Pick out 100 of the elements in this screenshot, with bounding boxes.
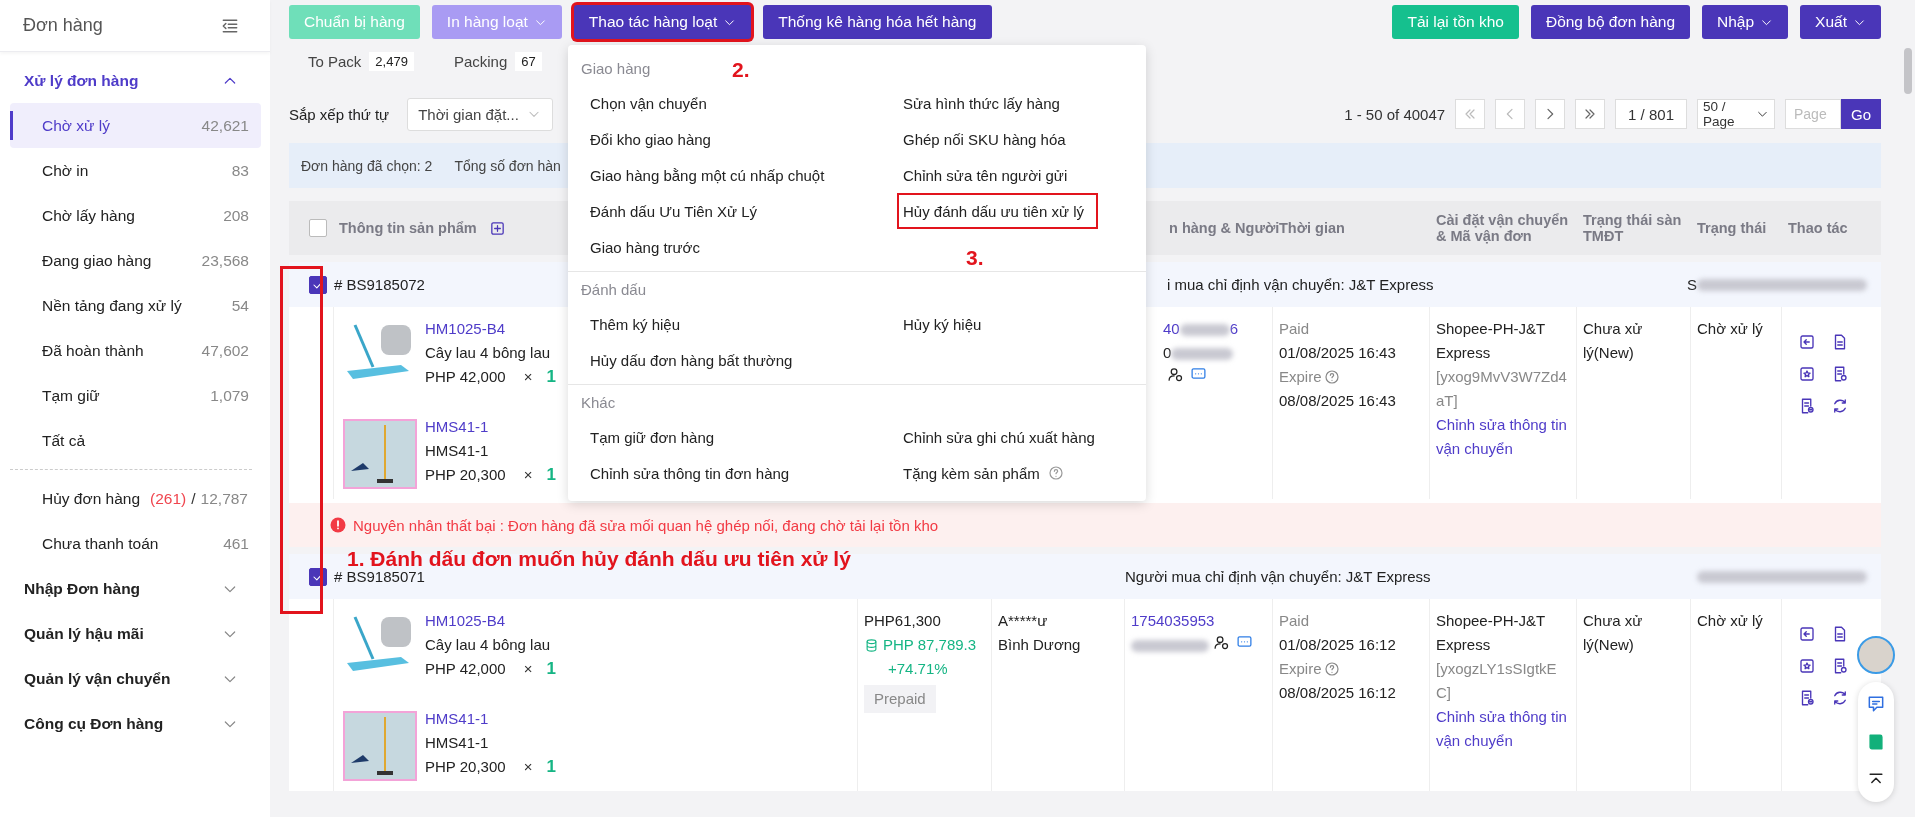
tracking-number: [yxog9MvV3W7Zd4aT] (1436, 367, 1568, 411)
page-range: 1 - 50 of 40047 (1344, 105, 1446, 123)
column-header: Trạng thái (1697, 220, 1767, 236)
page-input[interactable]: Page (1785, 99, 1841, 129)
edit-shipping-link[interactable]: Chỉnh sửa thông tin vận chuyển (1436, 705, 1570, 753)
menu-group-title: Đánh dấu (581, 279, 647, 300)
sidebar-item[interactable]: Tạm giữ 1,079 (10, 373, 261, 418)
menu-item[interactable]: Tạm giữ đơn hàng (584, 419, 721, 455)
scrollbar-thumb[interactable] (1904, 48, 1912, 94)
sidebar-item[interactable]: Chờ lấy hàng 208 (10, 193, 261, 238)
book-icon[interactable] (1866, 732, 1886, 752)
sidebar-item[interactable]: Tất cả (10, 418, 261, 463)
times-sign: × (523, 660, 533, 677)
avatar[interactable] (1857, 636, 1895, 674)
order-number: # BS9185072 (334, 276, 425, 293)
menu-item[interactable]: Chọn vận chuyển (584, 85, 713, 121)
blurred-text (1171, 348, 1234, 361)
chat-icon[interactable] (1866, 694, 1886, 714)
error-icon (329, 516, 347, 534)
product-quantity: 1 (546, 367, 556, 386)
menu-item[interactable]: Chỉnh sửa ghi chú xuất hàng (897, 419, 1101, 455)
toolbar-button[interactable]: Thống kê hàng hóa hết hàng (763, 5, 992, 39)
go-button[interactable]: Go (1841, 99, 1881, 129)
refresh-icon (1831, 689, 1849, 707)
sidebar-item[interactable]: Chưa thanh toán 461 (10, 521, 261, 566)
menu-item[interactable]: Đổi kho giao hàng (584, 121, 717, 157)
sidebar-item[interactable]: Chờ in 83 (10, 148, 261, 193)
product-price: PHP 20,300 (425, 466, 506, 483)
carrier-name: Shopee-PH-J&T Express (1436, 611, 1546, 655)
expire-time: 08/08/2025 16:12 (1279, 683, 1397, 703)
menu-item[interactable]: Giao hàng bằng một cú nhấp chuột (584, 157, 831, 193)
buyer-region: Bình Dương (998, 635, 1082, 655)
paid-label: Paid (1279, 319, 1311, 339)
carrier-name: Shopee-PH-J&T Express (1436, 319, 1546, 363)
page-indicator: 1 / 801 (1615, 99, 1687, 129)
menu-item[interactable]: Ghép nối SKU hàng hóa (897, 121, 1072, 157)
sign-in-icon (1798, 625, 1816, 643)
order-id[interactable]: 40 (1163, 320, 1180, 337)
toolbar-button[interactable]: Thao tác hàng loạt (573, 5, 752, 39)
last-page-button[interactable] (1575, 99, 1606, 129)
menu-item[interactable]: Giao hàng trước (584, 229, 706, 265)
toolbar-button[interactable]: Đồng bộ đơn hàng (1530, 5, 1691, 39)
buyer-id: 0 (1163, 344, 1172, 361)
plus-square-icon[interactable] (488, 219, 506, 237)
edit-shipping-link[interactable]: Chỉnh sửa thông tin vận chuyển (1436, 413, 1570, 461)
order-id-end[interactable]: 6 (1229, 320, 1239, 337)
profit-margin: +74.71% (887, 659, 949, 679)
product-name: HMS41-1 (425, 733, 490, 753)
expire-label: Expire (1279, 659, 1322, 679)
sidebar-section[interactable]: Nhập Đơn hàng (0, 566, 270, 611)
order-number: # BS9185071 (334, 568, 425, 585)
order-id[interactable]: 1754035953 (1131, 612, 1215, 629)
sidebar-item[interactable]: Nền tảng đang xử lý 54 (10, 283, 261, 328)
help-icon (1323, 369, 1340, 385)
menu-item[interactable]: Đánh dấu Ưu Tiên Xử Lý (584, 193, 764, 229)
coins-icon (864, 637, 879, 653)
menu-item[interactable]: Chỉnh sửa thông tin đơn hàng (584, 455, 796, 491)
product-price: PHP 42,000 (425, 660, 506, 677)
product-name: HMS41-1 (425, 441, 490, 461)
sidebar-section[interactable]: Công cụ Đơn hàng (0, 701, 270, 746)
select-all-checkbox[interactable] (309, 219, 327, 237)
sidebar-item[interactable]: Hủy đơn hàng (261) / 12,787 (10, 476, 261, 521)
sidebar-item[interactable]: Đang giao hàng 23,568 (10, 238, 261, 283)
counter-label: Packing (453, 52, 508, 70)
menu-item[interactable]: Tặng kèm sản phẩm (897, 455, 1070, 491)
toolbar-button[interactable]: Nhập (1702, 5, 1789, 39)
sidebar-item[interactable]: Chờ xử lý 42,621 (10, 103, 261, 148)
sign-in-icon (1798, 333, 1816, 351)
column-header: Trạng thái sàn TMĐT (1583, 212, 1682, 244)
sidebar-section[interactable]: Xử lý đơn hàng (0, 58, 270, 103)
star-badge-icon (1798, 365, 1816, 383)
product-sku[interactable]: HM1025-B4 (425, 609, 556, 633)
sidebar-item[interactable]: Đã hoàn thành 47,602 (10, 328, 261, 373)
page-size-select[interactable]: 50 / Page (1697, 99, 1775, 129)
sidebar-section[interactable]: Quản lý vận chuyển (0, 656, 270, 701)
menu-item[interactable]: Hủy đánh dấu ưu tiên xử lý (897, 193, 1099, 229)
annotation-label: 2. (732, 59, 750, 80)
toolbar-button[interactable]: Xuất (1800, 5, 1881, 39)
product-sku[interactable]: HMS41-1 (425, 415, 556, 439)
menu-item[interactable]: Hủy dấu đơn hàng bất thường (584, 342, 799, 378)
total-orders: Tổng số đơn hàn (454, 157, 561, 174)
menu-item[interactable]: Sửa hình thức lấy hàng (897, 85, 1066, 121)
product-sku[interactable]: HM1025-B4 (425, 317, 556, 341)
column-header: Thông tin sản phẩm (339, 220, 477, 236)
times-sign: × (523, 466, 533, 483)
sidebar-section[interactable]: Quản lý hậu mãi (0, 611, 270, 656)
product-quantity: 1 (546, 465, 556, 484)
payment-tag: Prepaid (864, 685, 936, 713)
menu-item[interactable]: Thêm ký hiệu (584, 306, 687, 342)
product-quantity: 1 (546, 659, 556, 678)
product-sku[interactable]: HMS41-1 (425, 707, 556, 731)
menu-item[interactable]: Hủy ký hiệu (897, 306, 988, 342)
error-message: Nguyên nhân thất bại : Đơn hàng đã sửa mối quan hệ ghép nối, đang chờ tải lại tồn kho (353, 516, 939, 534)
marketplace-status: Chưa xử lý(New) (1577, 307, 1691, 499)
next-page-button[interactable] (1535, 99, 1566, 129)
column-header: n hàng & Người (1169, 220, 1280, 236)
menu-item[interactable]: Chỉnh sửa tên người gửi (897, 157, 1074, 193)
sort-select[interactable]: Thời gian đặt... (407, 97, 554, 131)
product-quantity: 1 (546, 757, 556, 776)
carrier-note: i mua chỉ định vận chuyển: J&T Express (1167, 276, 1434, 293)
